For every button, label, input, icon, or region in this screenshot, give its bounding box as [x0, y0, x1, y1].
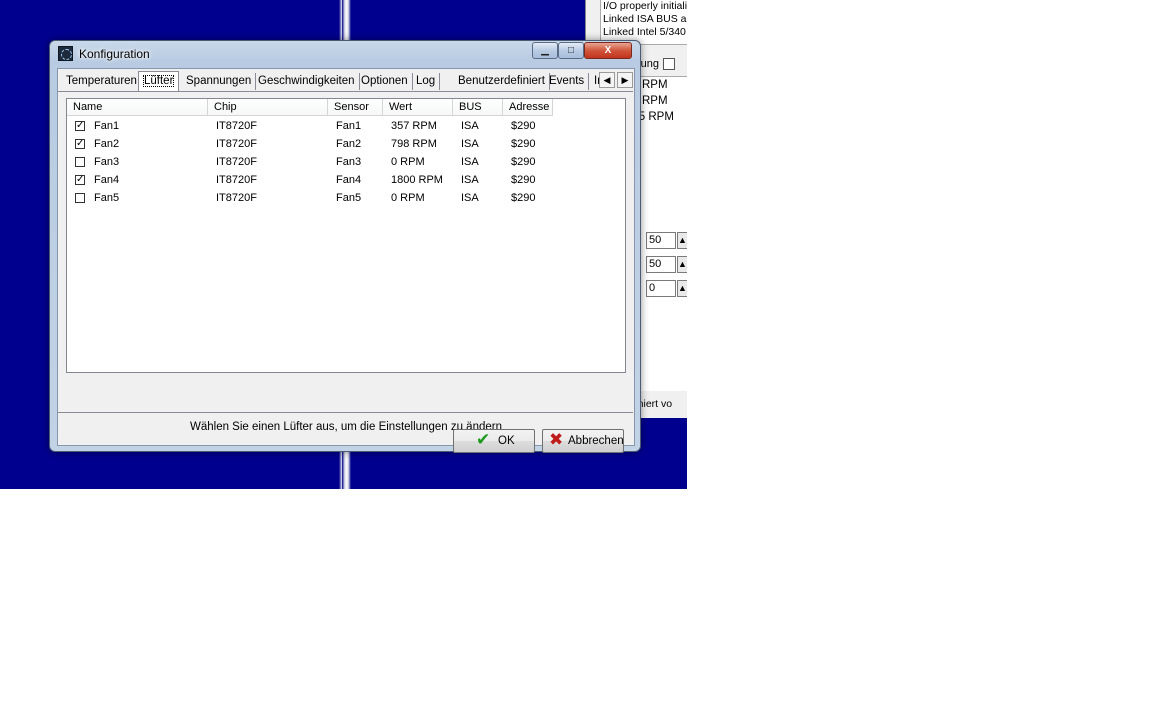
table-row[interactable]: Fan3 IT8720F Fan3 0 RPM ISA $290	[67, 153, 625, 171]
fan-address: $290	[511, 174, 536, 186]
fan-bus: ISA	[461, 138, 479, 150]
x-cross-icon: ✖	[549, 430, 564, 449]
tab-temperaturen[interactable]: Temperaturen	[62, 73, 142, 90]
fan-bus: ISA	[461, 192, 479, 204]
fan-sensor: Fan4	[336, 174, 362, 186]
fan-checkbox[interactable]: ✓	[75, 175, 85, 185]
fan-value: 0 RPM	[391, 156, 425, 168]
fan-chip: IT8720F	[216, 156, 257, 168]
column-header-sensor[interactable]: Sensor	[328, 99, 383, 116]
background-log-box: I/O properly initializ Linked ISA BUS a …	[600, 0, 687, 45]
fan-chip: IT8720F	[216, 174, 257, 186]
fan-address: $290	[511, 138, 536, 150]
tab-benutzerdefiniert[interactable]: Benutzerdefiniert	[454, 73, 550, 90]
column-header-name[interactable]: Name	[67, 99, 208, 116]
fan-list-header: Name Chip Sensor Wert BUS Adresse	[67, 99, 625, 117]
fan-sensor: Fan5	[336, 192, 362, 204]
table-row[interactable]: Fan5 IT8720F Fan5 0 RPM ISA $290	[67, 189, 625, 207]
fan-name: Fan3	[94, 156, 120, 168]
fan-chip: IT8720F	[216, 120, 257, 132]
fan-sensor: Fan1	[336, 120, 362, 132]
column-header-wert[interactable]: Wert	[383, 99, 453, 116]
spinbox-arrows-icon[interactable]: ▲▼	[677, 256, 687, 273]
fan-address: $290	[511, 156, 536, 168]
cancel-button-label: Abbrechen	[568, 435, 624, 447]
fan-name: Fan1	[94, 120, 120, 132]
fan-value: 357 RPM	[391, 120, 437, 132]
fan-bus: ISA	[461, 174, 479, 186]
column-header-bus[interactable]: BUS	[453, 99, 503, 116]
background-spinbox[interactable]: 50 ▲▼	[646, 256, 687, 273]
log-line: Linked ISA BUS a	[603, 13, 687, 25]
spinbox-field[interactable]: 50	[646, 256, 676, 273]
dialog-client-area: Temperaturen Lüfter Spannungen Geschwind…	[57, 68, 635, 446]
maximize-button[interactable]: □	[558, 42, 584, 59]
background-checkbox[interactable]	[663, 58, 676, 71]
tab-strip: Temperaturen Lüfter Spannungen Geschwind…	[58, 71, 634, 92]
fan-bus: ISA	[461, 120, 479, 132]
tab-geschwindigkeiten[interactable]: Geschwindigkeiten	[254, 73, 360, 90]
spinbox-field[interactable]: 0	[646, 280, 676, 297]
app-icon	[58, 46, 73, 61]
configuration-dialog[interactable]: Konfiguration ▁ □ X Temperaturen Lüfter …	[49, 40, 641, 453]
table-row[interactable]: ✓ Fan4 IT8720F Fan4 1800 RPM ISA $290	[67, 171, 625, 189]
fan-value: 798 RPM	[391, 138, 437, 150]
fan-value: 0 RPM	[391, 192, 425, 204]
tab-events[interactable]: Events	[545, 73, 590, 90]
cancel-button[interactable]: ✖ Abbrechen	[542, 429, 624, 453]
spinbox-arrows-icon[interactable]: ▲▼	[677, 280, 687, 297]
fan-checkbox[interactable]	[75, 157, 85, 167]
table-row[interactable]: ✓ Fan2 IT8720F Fan2 798 RPM ISA $290	[67, 135, 625, 153]
ok-button-label: OK	[498, 435, 515, 447]
checkmark-icon: ✔	[476, 430, 491, 449]
fan-chip: IT8720F	[216, 192, 257, 204]
tab-optionen[interactable]: Optionen	[357, 73, 413, 90]
fan-address: $290	[511, 192, 536, 204]
tab-panel-luefter: Name Chip Sensor Wert BUS Adresse ✓ Fan1…	[58, 91, 633, 413]
close-button[interactable]: X	[584, 42, 632, 59]
spinbox-field[interactable]: 50	[646, 232, 676, 249]
fan-chip: IT8720F	[216, 138, 257, 150]
tab-luefter[interactable]: Lüfter	[138, 71, 180, 91]
fan-sensor: Fan2	[336, 138, 362, 150]
background-spinbox[interactable]: 0 ▲▼	[646, 280, 687, 297]
fan-sensor: Fan3	[336, 156, 362, 168]
fan-checkbox[interactable]	[75, 193, 85, 203]
fan-name: Fan5	[94, 192, 120, 204]
fan-value: 1800 RPM	[391, 174, 443, 186]
fan-bus: ISA	[461, 156, 479, 168]
log-line: I/O properly initializ	[603, 0, 687, 12]
tab-scroll-left-icon[interactable]: ◀	[599, 72, 615, 88]
fan-checkbox[interactable]: ✓	[75, 139, 85, 149]
tab-scroll-right-icon[interactable]: ▶	[617, 72, 633, 88]
tab-spannungen[interactable]: Spannungen	[182, 73, 257, 90]
spinbox-arrows-icon[interactable]: ▲▼	[677, 232, 687, 249]
log-line: Linked Intel 5/340	[603, 26, 686, 38]
ok-button[interactable]: ✔ OK	[453, 429, 535, 453]
fan-name: Fan4	[94, 174, 120, 186]
fan-address: $290	[511, 120, 536, 132]
fan-list[interactable]: Name Chip Sensor Wert BUS Adresse ✓ Fan1…	[66, 98, 626, 373]
background-spinbox[interactable]: 50 ▲▼	[646, 232, 687, 249]
dialog-titlebar[interactable]: Konfiguration ▁ □ X	[50, 41, 640, 66]
column-header-chip[interactable]: Chip	[208, 99, 328, 116]
fan-checkbox[interactable]: ✓	[75, 121, 85, 131]
dialog-title: Konfiguration	[79, 47, 150, 61]
fan-name: Fan2	[94, 138, 120, 150]
minimize-button[interactable]: ▁	[532, 42, 558, 59]
table-row[interactable]: ✓ Fan1 IT8720F Fan1 357 RPM ISA $290	[67, 117, 625, 135]
tab-log[interactable]: Log	[412, 73, 441, 90]
column-header-adresse[interactable]: Adresse	[503, 99, 553, 116]
